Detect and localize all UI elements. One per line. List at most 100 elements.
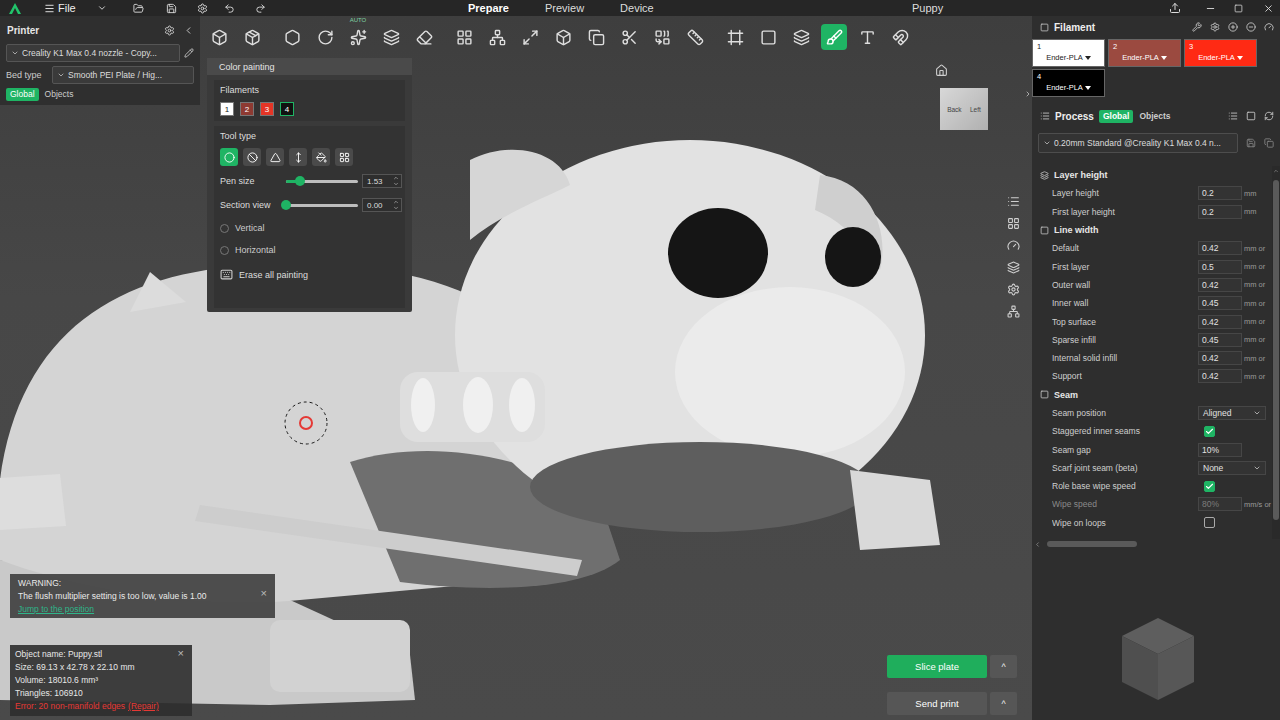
redo-icon[interactable]	[255, 3, 266, 14]
slider-thumb[interactable]	[281, 200, 291, 210]
side-tool[interactable]	[1006, 304, 1021, 319]
main-tab[interactable]: Device	[618, 1, 656, 15]
filament-chip[interactable]: 4	[280, 102, 294, 116]
toolbar-button[interactable]	[788, 24, 814, 50]
up-icon[interactable]	[1273, 168, 1279, 174]
gauge-icon[interactable]	[1264, 22, 1274, 32]
paint-tool-button[interactable]	[312, 148, 330, 166]
view-cube[interactable]: Back Left	[940, 88, 988, 130]
setting-input[interactable]: 0.42	[1198, 369, 1242, 383]
setting-select[interactable]: None	[1198, 461, 1266, 475]
save-icon[interactable]	[166, 3, 177, 14]
file-menu[interactable]: File	[44, 2, 107, 14]
toolbar-button[interactable]	[484, 24, 510, 50]
home-icon[interactable]	[935, 64, 948, 77]
slider-thumb[interactable]	[295, 176, 305, 186]
paint-tool-button[interactable]	[266, 148, 284, 166]
up-icon[interactable]	[393, 199, 399, 205]
filament-chip[interactable]: 3	[260, 102, 274, 116]
toolbar-button[interactable]	[821, 24, 847, 50]
left-icon[interactable]	[1034, 541, 1041, 548]
setting-checkbox[interactable]	[1204, 481, 1215, 492]
paint-tool-button[interactable]	[220, 148, 238, 166]
scope-option[interactable]: Global	[1099, 110, 1133, 123]
add-icon[interactable]	[1228, 22, 1238, 32]
setting-select[interactable]: Aligned	[1198, 406, 1266, 420]
setting-input[interactable]: 0.42	[1198, 241, 1242, 255]
toolbar-button[interactable]	[279, 24, 305, 50]
refresh-icon[interactable]	[1264, 111, 1274, 121]
action-button[interactable]: Send print	[887, 692, 987, 715]
list-icon[interactable]	[1228, 111, 1238, 121]
toolbar-button[interactable]	[206, 24, 232, 50]
toolbar-button[interactable]: AUTO	[345, 24, 371, 50]
toolbar-button[interactable]	[378, 24, 404, 50]
close-button[interactable]: ×	[178, 648, 184, 659]
direction-option[interactable]: Horizontal	[220, 242, 399, 258]
filament-swatch[interactable]: 4Ender-PLA	[1032, 69, 1105, 97]
number-input[interactable]: 0.00	[362, 198, 402, 212]
down-icon[interactable]	[393, 205, 399, 211]
collapse-icon[interactable]	[1024, 90, 1032, 98]
filament-swatch[interactable]: 3Ender-PLA	[1184, 39, 1257, 67]
setting-input[interactable]: 0.5	[1198, 260, 1242, 274]
setting-input[interactable]: 10%	[1198, 443, 1242, 457]
settings-icon[interactable]	[164, 25, 175, 36]
repair-link[interactable]: (Repair)	[128, 701, 159, 712]
filament-chip[interactable]: 2	[240, 102, 254, 116]
paint-tool-button[interactable]	[243, 148, 261, 166]
toolbar-button[interactable]	[616, 24, 642, 50]
side-tool[interactable]	[1006, 216, 1021, 231]
side-tool[interactable]	[1006, 282, 1021, 297]
more-button[interactable]: ^	[990, 692, 1017, 715]
direction-option[interactable]: Vertical	[220, 220, 399, 236]
slider-track[interactable]	[286, 204, 358, 207]
remove-icon[interactable]	[1246, 22, 1256, 32]
close-icon[interactable]	[1263, 3, 1274, 14]
toolbar-button[interactable]	[312, 24, 338, 50]
setting-input[interactable]: 0.42	[1198, 278, 1242, 292]
upload-icon[interactable]	[1169, 2, 1181, 14]
orientation-cube-icon[interactable]	[1120, 616, 1196, 702]
action-button[interactable]: Slice plate	[887, 655, 987, 678]
main-tab[interactable]: Preview	[543, 1, 586, 15]
side-tool[interactable]	[1006, 238, 1021, 253]
jump-link[interactable]: Jump to the position	[18, 604, 251, 614]
toolbar-button[interactable]	[583, 24, 609, 50]
setting-checkbox[interactable]	[1204, 426, 1215, 437]
process-preset-select[interactable]: 0.20mm Standard @Creality K1 Max 0.4 n..…	[1038, 133, 1238, 153]
up-icon[interactable]	[393, 175, 399, 181]
cube-face[interactable]: Back	[947, 106, 961, 113]
scope-option[interactable]: Objects	[1135, 110, 1174, 123]
toolbar-button[interactable]	[517, 24, 543, 50]
undo-icon[interactable]	[224, 3, 235, 14]
number-input[interactable]: 1.53	[362, 174, 402, 188]
compare-icon[interactable]	[1264, 138, 1274, 148]
3d-viewport[interactable]: PrinterCreality K1 Max 0.4 nozzle - Copy…	[0, 16, 1032, 720]
setting-checkbox[interactable]	[1204, 517, 1215, 528]
side-tool[interactable]	[1006, 260, 1021, 275]
filament-swatch[interactable]: 1Ender-PLA	[1032, 39, 1105, 67]
paint-tool-button[interactable]	[289, 148, 307, 166]
edit-icon[interactable]	[184, 48, 194, 58]
toolbar-button[interactable]	[887, 24, 913, 50]
setting-input[interactable]: 0.42	[1198, 351, 1242, 365]
toolbar-button[interactable]	[649, 24, 675, 50]
filament-swatch[interactable]: 2Ender-PLA	[1108, 39, 1181, 67]
side-tool[interactable]	[1006, 194, 1021, 209]
erase-all-button[interactable]: Erase all painting	[220, 268, 399, 281]
main-tab[interactable]: Prepare	[466, 1, 511, 15]
setting-input[interactable]: 0.2	[1198, 186, 1242, 200]
toolbar-button[interactable]	[854, 24, 880, 50]
settings-icon[interactable]	[197, 3, 208, 14]
cube-face[interactable]: Left	[970, 106, 981, 113]
down-icon[interactable]	[393, 181, 399, 187]
open-icon[interactable]	[133, 3, 144, 14]
wrench-icon[interactable]	[1192, 22, 1202, 32]
minimize-icon[interactable]	[1205, 3, 1216, 14]
toolbar-button[interactable]	[451, 24, 477, 50]
settings-icon[interactable]	[1210, 22, 1220, 32]
toolbar-button[interactable]	[411, 24, 437, 50]
setting-input[interactable]: 0.2	[1198, 205, 1242, 219]
toolbar-button[interactable]	[550, 24, 576, 50]
